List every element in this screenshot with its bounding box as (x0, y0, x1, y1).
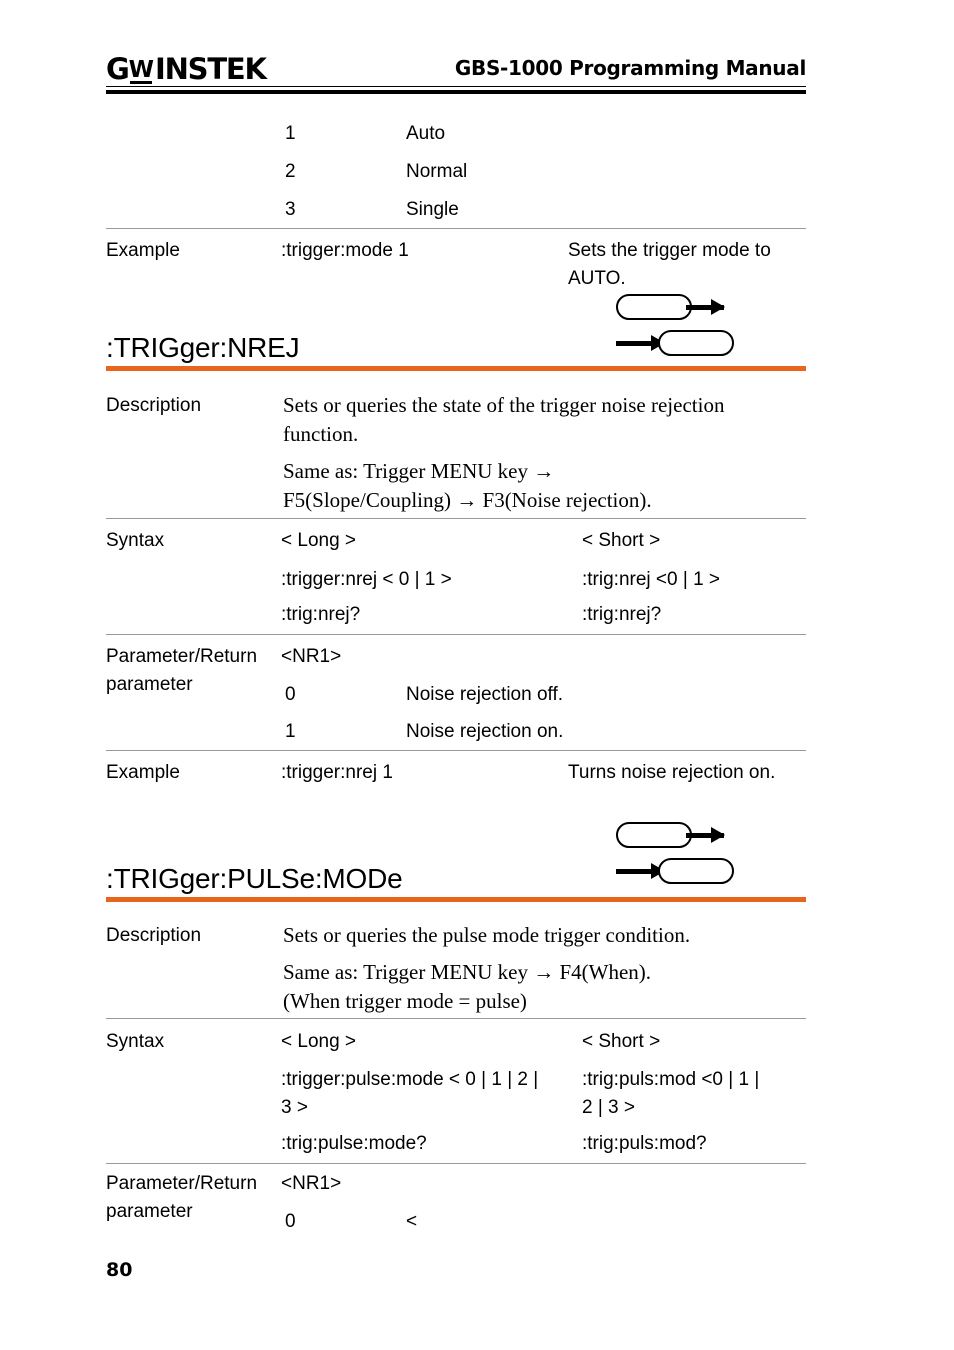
command-response-icon-pair (616, 822, 736, 890)
pill-shape-icon (658, 858, 734, 884)
table-separator (106, 1163, 806, 1164)
row-label-description: Description (106, 395, 202, 416)
gw-instek-logo: GWINSTEK (106, 52, 267, 89)
command-out-icon (616, 822, 736, 852)
description-same-as: Same as: Trigger MENU key → F4(When). (W… (283, 960, 652, 1013)
table-separator (106, 1018, 806, 1019)
section-heading-rule (106, 897, 806, 902)
logo-gw-text: G (106, 52, 130, 86)
table-separator (106, 750, 806, 751)
logo-w-glyph: W (129, 53, 155, 87)
syntax-long-line: :trigger:pulse:mode < 0 | 1 | 2 | 3 > (281, 1069, 539, 1118)
example-command: :trigger:mode 1 (281, 240, 409, 261)
syntax-long-line: :trig:pulse:mode? (281, 1133, 427, 1154)
arrow-right-icon (686, 827, 725, 843)
parameter-value: 1 (285, 721, 296, 742)
parameter-description: < (406, 1211, 418, 1232)
parameter-value: 0 (285, 684, 296, 705)
section-heading: :TRIGger:NREJ (106, 332, 300, 363)
syntax-short-header: < Short > (582, 530, 661, 551)
enum-value: 2 (285, 161, 296, 182)
syntax-long-header: < Long > (281, 530, 357, 551)
table-separator (106, 228, 806, 229)
row-label-syntax: Syntax (106, 1031, 165, 1052)
logo-instek-text: INSTEK (154, 52, 267, 86)
syntax-long-line: :trig:nrej? (281, 604, 361, 625)
enum-description: Normal (406, 161, 468, 182)
arrow-right-icon (616, 863, 665, 879)
row-label-syntax: Syntax (106, 530, 165, 551)
manual-page: GWINSTEK GBS-1000 Programming Manual 1 A… (0, 0, 954, 1350)
pill-shape-icon (658, 330, 734, 356)
page-title: GBS-1000 Programming Manual (454, 56, 806, 80)
command-out-icon (616, 294, 736, 324)
enum-value: 1 (285, 123, 296, 144)
syntax-short-line: :trig:puls:mod <0 | 1 | 2 | 3 > (582, 1069, 760, 1118)
pill-shape-icon (616, 822, 692, 848)
page-number: 80 (106, 1259, 133, 1281)
header-rule-thin (106, 86, 806, 87)
command-response-icon-pair (616, 294, 736, 362)
response-in-icon (616, 858, 736, 888)
syntax-short-line: :trig:nrej? (582, 604, 662, 625)
parameter-description: Noise rejection off. (406, 684, 564, 705)
enum-value: 3 (285, 199, 296, 220)
table-separator (106, 518, 806, 519)
syntax-short-line: :trig:nrej <0 | 1 > (582, 569, 721, 590)
arrow-right-icon (616, 335, 665, 351)
example-result: Sets the trigger mode to AUTO. (568, 240, 776, 289)
section-heading-rule (106, 366, 806, 371)
section-heading: :TRIGger:PULSe:MODe (106, 863, 403, 894)
arrow-right-icon (686, 299, 725, 315)
header-rule-thick (106, 90, 806, 94)
parameter-type: <NR1> (281, 646, 342, 667)
parameter-type: <NR1> (281, 1173, 342, 1194)
row-label-description: Description (106, 925, 202, 946)
row-label-example: Example (106, 240, 180, 261)
row-label-parameter: Parameter/Return parameter (106, 646, 258, 695)
description-paragraph: Sets or queries the pulse mode trigger c… (283, 923, 691, 947)
enum-description: Single (406, 199, 459, 220)
response-in-icon (616, 330, 736, 360)
parameter-description: Noise rejection on. (406, 721, 564, 742)
example-result: Turns noise rejection on. (568, 762, 776, 783)
syntax-short-header: < Short > (582, 1031, 661, 1052)
description-same-as: Same as: Trigger MENU key → F5(Slope/Cou… (283, 459, 652, 512)
parameter-value: 0 (285, 1211, 296, 1232)
enum-description: Auto (406, 123, 446, 144)
description-paragraph: Sets or queries the state of the trigger… (283, 393, 730, 446)
syntax-long-line: :trigger:nrej < 0 | 1 > (281, 569, 452, 590)
syntax-long-header: < Long > (281, 1031, 357, 1052)
row-label-example: Example (106, 762, 180, 783)
pill-shape-icon (616, 294, 692, 320)
example-command: :trigger:nrej 1 (281, 762, 393, 783)
row-label-parameter: Parameter/Return parameter (106, 1173, 258, 1222)
page-header: GWINSTEK GBS-1000 Programming Manual (106, 52, 806, 94)
syntax-short-line: :trig:puls:mod? (582, 1133, 707, 1154)
table-separator (106, 634, 806, 635)
